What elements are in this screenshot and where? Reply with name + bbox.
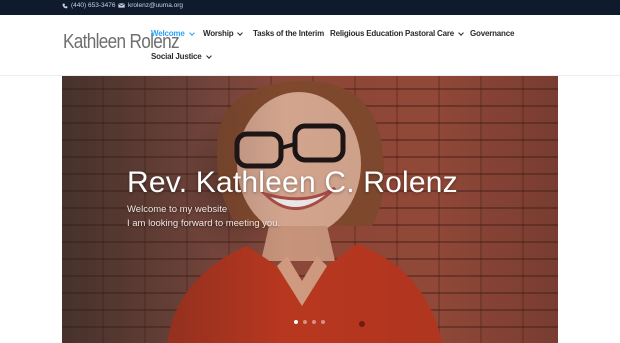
chevron-down-icon [188,29,195,36]
slider-dot[interactable] [294,320,298,324]
slider-dot[interactable] [312,320,316,324]
nav-item-worship[interactable]: Worship [203,29,244,38]
hero-title: Rev. Kathleen C. Rolenz [127,166,458,199]
nav-item-label: Religious Education [330,29,404,38]
nav-item-label: Welcome [151,29,185,38]
chevron-down-icon [205,52,212,59]
phone-number: (440) 653-3476 [71,2,116,9]
slider-pagination [294,320,325,324]
nav-item-label: Tasks of the Interim [253,29,324,38]
email-contact[interactable]: krolenz@uuma.org [118,2,183,9]
email-address: krolenz@uuma.org [128,2,184,9]
phone-icon [62,3,68,8]
hero-subtitle: I am looking forward to meeting you. [127,218,281,229]
phone-contact[interactable]: (440) 653-3476 [62,2,115,9]
chevron-down-icon [237,29,244,36]
top-contact-bar: (440) 653-3476 krolenz@uuma.org [0,0,620,15]
slider-dot[interactable] [321,320,325,324]
hero-subtitle: Welcome to my website [127,204,228,215]
nav-item-welcome[interactable]: Welcome [151,29,195,38]
nav-item-tasks-of-the-interim[interactable]: Tasks of the Interim [253,29,324,38]
nav-item-governance[interactable]: Governance [470,29,514,38]
nav-item-religious-education[interactable]: Religious Education [330,29,403,38]
site-header: Kathleen Rolenz Welcome Worship Tasks of… [0,15,620,76]
hero-slider: Rev. Kathleen C. Rolenz Welcome to my we… [62,76,558,343]
nav-item-label: Worship [203,29,234,38]
envelope-icon [118,3,125,8]
nav-item-label: Governance [470,29,515,38]
nav-item-label: Pastoral Care [405,29,454,38]
nav-item-social-justice[interactable]: Social Justice [151,52,212,61]
nav-item-pastoral-care[interactable]: Pastoral Care [405,29,464,38]
nav-item-label: Social Justice [151,52,202,61]
slider-dot[interactable] [303,320,307,324]
chevron-down-icon [458,29,464,36]
